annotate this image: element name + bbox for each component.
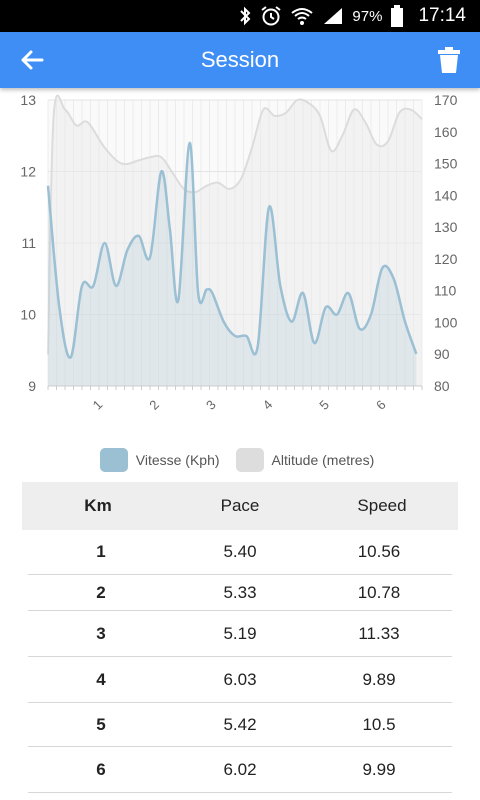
signal-icon bbox=[324, 8, 343, 24]
legend-item-speed[interactable]: Vitesse (Kph) bbox=[99, 448, 220, 472]
chart-svg: 91011121380901001101201301401501601701 2 3… bbox=[20, 92, 458, 413]
table-header: Km Pace Speed bbox=[22, 482, 458, 530]
table-row: 4 6.03 9.89 bbox=[28, 657, 452, 703]
cell-speed: 10.5 bbox=[362, 714, 396, 734]
legend-item-altitude[interactable]: Altitude (metres) bbox=[235, 448, 375, 472]
y-left-tick-label: 9 bbox=[28, 378, 36, 394]
header-km: Km bbox=[84, 496, 112, 515]
x-tick-label: 6 bbox=[373, 397, 389, 413]
cell-pace: 5.42 bbox=[223, 714, 257, 734]
table-row: 5 5.42 10.5 bbox=[28, 703, 452, 747]
arrow-left-icon[interactable] bbox=[16, 44, 48, 76]
legend-label-speed: Vitesse (Kph) bbox=[135, 452, 220, 468]
status-icons: 97% 17:14 bbox=[238, 0, 466, 32]
y-right-tick-label: 90 bbox=[434, 346, 450, 362]
legend-label-altitude: Altitude (metres) bbox=[271, 452, 375, 468]
header-speed: Speed bbox=[357, 496, 407, 515]
battery-percent: 97% bbox=[352, 7, 383, 25]
y-right-tick-label: 120 bbox=[434, 251, 458, 267]
cell-speed: 9.89 bbox=[362, 669, 396, 689]
y-left-tick-label: 10 bbox=[20, 307, 36, 323]
x-tick-label: 5 bbox=[316, 397, 332, 413]
chart-legend: Vitesse (Kph) Altitude (metres) bbox=[0, 444, 480, 476]
cell-km: 4 bbox=[96, 669, 106, 689]
cell-pace: 6.02 bbox=[223, 759, 257, 779]
x-tick-label: 3 bbox=[203, 397, 219, 413]
session-chart: 9 10 11 12 13 80 90 100 110 120 130 140 150 160 170 1 2 3… bbox=[0, 88, 480, 428]
cell-km: 3 bbox=[96, 623, 106, 643]
wifi-icon bbox=[291, 8, 314, 25]
y-right-tick-label: 100 bbox=[434, 314, 458, 330]
cell-pace: 5.33 bbox=[223, 582, 257, 602]
y-left-tick-label: 11 bbox=[21, 235, 36, 251]
app-bar: Session bbox=[0, 32, 480, 88]
x-tick-label: 2 bbox=[146, 397, 162, 413]
table-row: 2 5.33 10.78 bbox=[28, 575, 452, 611]
x-tick-label: 1 bbox=[90, 397, 106, 413]
alarm-icon bbox=[261, 6, 282, 26]
page-title: Session bbox=[200, 47, 280, 72]
battery-icon bbox=[391, 5, 404, 27]
cell-speed: 9.99 bbox=[362, 759, 396, 779]
clock: 17:14 bbox=[418, 5, 466, 26]
cell-km: 6 bbox=[96, 759, 106, 779]
status-bar: 97% 17:14 bbox=[0, 0, 480, 32]
y-right-tick-label: 80 bbox=[434, 378, 450, 394]
cell-speed: 11.33 bbox=[358, 623, 400, 643]
cell-km: 2 bbox=[96, 582, 106, 602]
cell-pace: 6.03 bbox=[223, 669, 257, 689]
y-right-tick-label: 150 bbox=[434, 156, 458, 172]
y-left-tick-label: 13 bbox=[20, 92, 36, 108]
table-row: 3 5.19 11.33 bbox=[28, 611, 452, 657]
table-row: 1 5.40 10.56 bbox=[28, 530, 452, 575]
cell-pace: 5.40 bbox=[223, 542, 257, 561]
splits-table: Km Pace Speed 1 5.40 10.56 2 5.33 10.78 … bbox=[22, 482, 458, 793]
cell-pace: 5.19 bbox=[223, 623, 257, 643]
x-tick-label: 4 bbox=[260, 397, 276, 413]
y-right-tick-label: 110 bbox=[434, 283, 457, 299]
y-left-tick-label: 12 bbox=[20, 164, 36, 180]
y-right-tick-label: 170 bbox=[434, 92, 458, 108]
cell-km: 1 bbox=[96, 542, 106, 561]
y-right-tick-label: 130 bbox=[434, 219, 458, 235]
legend-swatch-altitude bbox=[235, 448, 264, 472]
table-row: 6 6.02 9.99 bbox=[28, 747, 452, 793]
bluetooth-icon bbox=[240, 6, 251, 26]
cell-speed: 10.56 bbox=[357, 542, 401, 561]
y-right-tick-label: 140 bbox=[434, 187, 458, 203]
cell-speed: 10.78 bbox=[357, 582, 401, 602]
legend-swatch-speed bbox=[99, 448, 128, 472]
trash-icon[interactable] bbox=[436, 44, 462, 76]
y-right-tick-label: 160 bbox=[434, 124, 458, 140]
cell-km: 5 bbox=[96, 714, 106, 734]
header-pace: Pace bbox=[220, 496, 260, 515]
